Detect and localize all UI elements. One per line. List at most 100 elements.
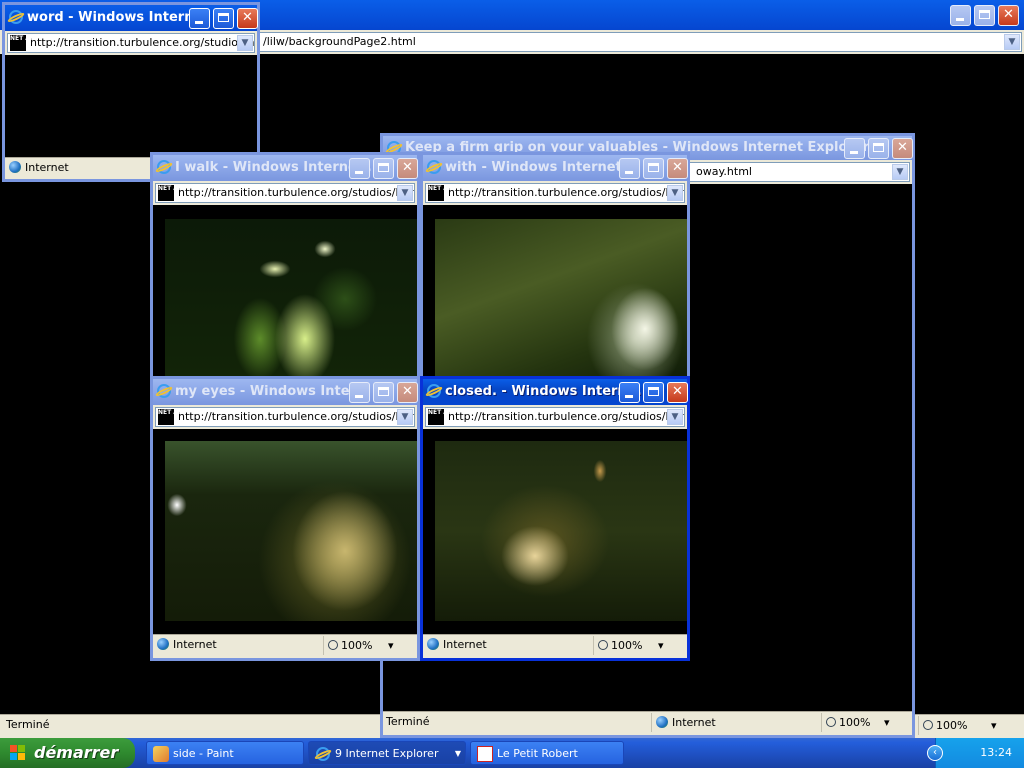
valuables-zoom-control[interactable]: 100% ▾ [821, 713, 916, 732]
myeyes-ie-window: my eyes - Windows Inter... NET ART http:… [150, 376, 420, 661]
ie-icon [157, 384, 171, 398]
zoom-icon [598, 640, 608, 650]
with-close-button[interactable] [667, 158, 688, 179]
zoom-caret-icon[interactable]: ▾ [991, 716, 997, 735]
myeyes-close-button[interactable] [397, 382, 418, 403]
main-url-text: /lilw/backgroundPage2.html [263, 35, 416, 48]
myeyes-zoom-control[interactable]: 100% ▾ [323, 636, 420, 655]
netart-icon: NET ART [158, 185, 186, 201]
taskbar-button-petit-robert[interactable]: Le Petit Robert [470, 741, 624, 765]
myeyes-address-bar: NET ART http://transition.turbulence.org… [153, 405, 417, 429]
closed-video [435, 441, 687, 621]
with-title-text: with - Windows Internet ... [445, 160, 642, 175]
myeyes-content [153, 429, 417, 634]
closed-maximize-button[interactable] [643, 382, 664, 403]
word-title-text: word - Windows Intern... [27, 10, 209, 25]
main-status-text: Terminé [6, 718, 50, 731]
closed-status-bar: Internet 100% ▾ [423, 634, 687, 658]
taskbar-button-ie-group[interactable]: 9 Internet Explorer ▼ [308, 741, 466, 765]
myeyes-maximize-button[interactable] [373, 382, 394, 403]
iwalk-url-dropdown-icon[interactable]: ▼ [397, 185, 413, 201]
word-maximize-button[interactable] [213, 8, 234, 29]
zoom-icon [923, 720, 933, 730]
main-close-button[interactable] [998, 5, 1019, 26]
myeyes-url-text: http://transition.turbulence.org/studios… [178, 410, 415, 423]
windows-logo-icon [10, 745, 26, 761]
closed-close-button[interactable] [667, 382, 688, 403]
iwalk-ie-window: I walk - Windows Interne... NET ART http… [150, 152, 420, 388]
globe-icon [656, 716, 668, 728]
netart-icon: NET ART [428, 185, 456, 201]
word-close-button[interactable] [237, 8, 258, 29]
main-zoom-control[interactable]: 100% ▾ [918, 716, 1023, 735]
valuables-minimize-button[interactable] [844, 138, 865, 159]
zoom-icon [328, 640, 338, 650]
myeyes-title-text: my eyes - Windows Inter... [175, 384, 369, 399]
zoom-caret-icon[interactable]: ▾ [884, 713, 890, 732]
clock: 13:24 [980, 746, 1012, 759]
closed-url-field[interactable]: NET ART http://transition.turbulence.org… [425, 407, 685, 427]
netart-icon: NET ART [158, 409, 186, 425]
system-tray: ‹ 13:24 [927, 738, 1024, 768]
ie-icon [157, 160, 171, 174]
zoom-icon [826, 717, 836, 727]
taskbar: démarrer side - Paint 9 Internet Explore… [0, 738, 1024, 768]
with-url-dropdown-icon[interactable]: ▼ [667, 185, 683, 201]
valuables-zone: Internet [651, 713, 826, 732]
paint-icon [153, 746, 169, 762]
closed-url-dropdown-icon[interactable]: ▼ [667, 409, 683, 425]
with-content [423, 205, 687, 385]
zoom-caret-icon[interactable]: ▾ [658, 636, 664, 655]
main-maximize-button[interactable] [974, 5, 995, 26]
start-label: démarrer [34, 743, 119, 762]
with-url-text: http://transition.turbulence.org/studios… [448, 186, 685, 199]
closed-minimize-button[interactable] [619, 382, 640, 403]
main-url-dropdown-icon[interactable]: ▼ [1004, 34, 1020, 50]
valuables-status-text: Terminé [386, 715, 430, 728]
iwalk-maximize-button[interactable] [373, 158, 394, 179]
netart-icon: NET ART [428, 409, 456, 425]
valuables-url-text: oway.html [696, 165, 752, 178]
word-minimize-button[interactable] [189, 8, 210, 29]
closed-title-text: closed. - Windows Intern... [445, 384, 642, 399]
myeyes-url-dropdown-icon[interactable]: ▼ [397, 409, 413, 425]
with-url-field[interactable]: NET ART http://transition.turbulence.org… [425, 183, 685, 203]
iwalk-content [153, 205, 417, 385]
ie-icon [9, 10, 23, 24]
word-url-dropdown-icon[interactable]: ▼ [237, 35, 253, 51]
iwalk-title-text: I walk - Windows Interne... [175, 160, 372, 175]
myeyes-url-field[interactable]: NET ART http://transition.turbulence.org… [155, 407, 415, 427]
valuables-maximize-button[interactable] [868, 138, 889, 159]
globe-icon [157, 638, 169, 650]
start-button[interactable]: démarrer [0, 738, 135, 768]
iwalk-url-field[interactable]: NET ART http://transition.turbulence.org… [155, 183, 415, 203]
word-url-text: http://transition.turbulence.org/studios… [30, 36, 255, 49]
with-video [435, 219, 687, 379]
zoom-caret-icon[interactable]: ▾ [388, 636, 394, 655]
closed-zoom-control[interactable]: 100% ▾ [593, 636, 690, 655]
iwalk-close-button[interactable] [397, 158, 418, 179]
valuables-close-button[interactable] [892, 138, 913, 159]
robert-icon [477, 746, 493, 762]
word-url-field[interactable]: NET ART http://transition.turbulence.org… [7, 33, 255, 53]
iwalk-address-bar: NET ART http://transition.turbulence.org… [153, 181, 417, 205]
myeyes-minimize-button[interactable] [349, 382, 370, 403]
netart-icon: NET ART [10, 35, 38, 51]
taskbar-button-paint[interactable]: side - Paint [146, 741, 304, 765]
group-dropdown-icon[interactable]: ▼ [455, 742, 461, 764]
iwalk-minimize-button[interactable] [349, 158, 370, 179]
globe-icon [9, 161, 21, 173]
closed-content [423, 429, 687, 634]
myeyes-status-bar: Internet 100% ▾ [153, 634, 417, 658]
with-maximize-button[interactable] [643, 158, 664, 179]
valuables-url-dropdown-icon[interactable]: ▼ [892, 164, 908, 180]
tray-expand-icon[interactable]: ‹ [927, 745, 943, 761]
iwalk-url-text: http://transition.turbulence.org/studios… [178, 186, 415, 199]
with-minimize-button[interactable] [619, 158, 640, 179]
word-content [5, 55, 257, 157]
ie-icon [427, 384, 441, 398]
iwalk-video [165, 219, 417, 379]
closed-ie-window: closed. - Windows Intern... NET ART http… [420, 376, 690, 661]
main-minimize-button[interactable] [950, 5, 971, 26]
myeyes-video [165, 441, 417, 621]
